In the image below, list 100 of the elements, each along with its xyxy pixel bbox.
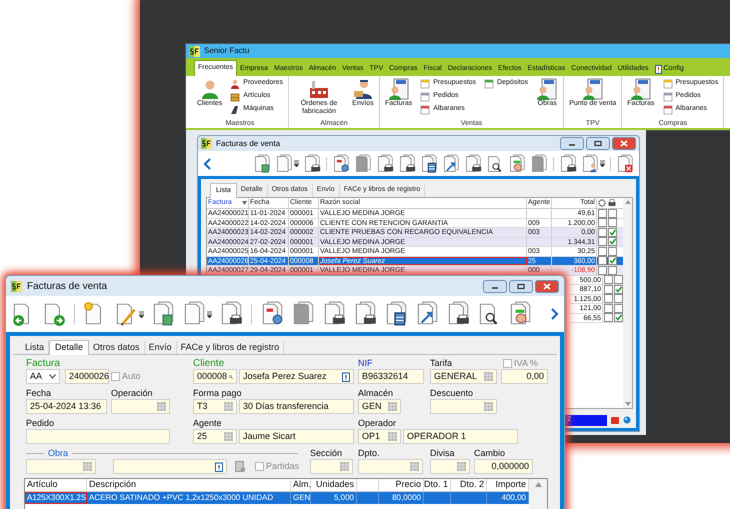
grid-icon xyxy=(388,432,397,441)
maximize-button[interactable] xyxy=(586,137,610,150)
checkbox[interactable] xyxy=(608,256,616,266)
input-field[interactable] xyxy=(358,459,423,474)
dropdown[interactable]: AA xyxy=(26,369,60,384)
check-icon xyxy=(608,257,616,264)
gear-icon xyxy=(598,199,606,207)
close-button[interactable] xyxy=(535,280,559,292)
courier-icon xyxy=(352,78,374,100)
input-field[interactable]: 000008 xyxy=(193,369,237,384)
input-field[interactable]: GENERAL xyxy=(430,369,497,384)
previous-button[interactable] xyxy=(201,158,214,170)
table-cell: GEN xyxy=(291,492,311,504)
table-cell: 80,0000 xyxy=(379,492,424,504)
input-field[interactable]: GEN xyxy=(358,399,401,414)
input-field[interactable] xyxy=(113,459,227,474)
input-field[interactable]: OPERADOR 1 xyxy=(403,429,518,444)
column-header[interactable]: Artículo xyxy=(25,479,87,491)
input-field[interactable] xyxy=(430,399,497,414)
scroll-up-icon xyxy=(534,482,542,487)
documents-icon xyxy=(182,301,206,327)
grid-icon xyxy=(484,402,493,411)
column-header[interactable]: Descripción xyxy=(87,479,291,491)
checkbox[interactable] xyxy=(614,313,622,322)
checkbox[interactable] xyxy=(598,237,606,246)
input-field[interactable]: 0,00 xyxy=(501,369,548,384)
window-title: Senior Factu xyxy=(204,45,250,57)
checkbox[interactable] xyxy=(614,294,622,304)
input-field[interactable] xyxy=(26,429,170,444)
input-field[interactable] xyxy=(430,459,470,474)
document-arrow-icon xyxy=(415,301,439,327)
column-header[interactable]: Unidades xyxy=(311,479,357,491)
grid-icon xyxy=(410,462,419,471)
table-cell: A125X300X1.2S xyxy=(25,492,87,504)
clipboard-icon xyxy=(215,462,223,472)
column-header[interactable]: Dto. 2 xyxy=(451,479,487,491)
column-header[interactable]: Precio xyxy=(379,479,424,491)
field-label: NIF xyxy=(358,358,374,369)
input-field[interactable] xyxy=(310,459,353,474)
grid-icon xyxy=(224,402,233,411)
scrollbar[interactable] xyxy=(623,198,632,408)
checkbox[interactable] xyxy=(255,462,264,471)
checkbox[interactable] xyxy=(598,218,606,228)
tab[interactable]: Detalle xyxy=(49,340,90,355)
input-field[interactable]: 25-04-2024 13:36 xyxy=(26,399,107,414)
checkbox[interactable] xyxy=(598,256,606,266)
document-pencil-icon xyxy=(114,301,138,327)
check-icon xyxy=(614,286,622,293)
close-icon xyxy=(618,139,630,148)
input-field[interactable]: 24000026 xyxy=(65,369,109,384)
field-label: Cliente xyxy=(193,358,226,369)
dropdown-icon xyxy=(207,310,212,318)
app-logo-icon xyxy=(189,46,200,56)
document-icon xyxy=(484,78,494,88)
field-label: Tarifa xyxy=(430,358,454,369)
document-icon xyxy=(420,78,430,88)
documents-icon xyxy=(291,301,315,327)
table-row[interactable]: A125X300X1.2S ACERO SATINADO +PVC 1,2x1250x3000 UNIDAD GEN 5,000 80,0000 400,00 xyxy=(25,492,529,504)
checkbox[interactable] xyxy=(608,218,616,228)
table-cell: ACERO SATINADO +PVC 1,2x1250x3000 UNIDAD xyxy=(87,492,291,504)
checkbox[interactable] xyxy=(111,372,120,381)
column-header[interactable]: Dto. 1 xyxy=(424,479,451,491)
document-trash-icon xyxy=(151,301,175,327)
maximize-button[interactable] xyxy=(509,280,533,292)
close-button[interactable] xyxy=(612,137,636,150)
tab[interactable]: FACe y libros de registro xyxy=(176,341,284,354)
checkbox[interactable] xyxy=(604,294,612,304)
column-header[interactable]: Alm. xyxy=(291,479,311,491)
chevron-down-icon xyxy=(49,374,56,379)
input-field[interactable]: 0,000000 xyxy=(474,459,533,474)
tab[interactable]: Otros datos xyxy=(89,341,145,354)
checkbox[interactable] xyxy=(604,275,612,284)
document-icon xyxy=(662,104,673,114)
stop-icon xyxy=(611,416,619,424)
field-label: Operación xyxy=(111,388,154,399)
checkbox[interactable] xyxy=(604,313,612,322)
field-label: Divisa xyxy=(430,448,456,459)
input-field[interactable] xyxy=(111,399,170,414)
document-printer-icon xyxy=(322,301,346,327)
input-field[interactable] xyxy=(26,459,96,474)
input-field[interactable]: B96332614 xyxy=(358,369,424,384)
grid-icon xyxy=(83,462,92,471)
machine-icon xyxy=(230,104,240,114)
next-button[interactable] xyxy=(548,308,561,320)
maximize-icon xyxy=(592,139,604,148)
scrollbar[interactable] xyxy=(529,479,547,509)
input-field[interactable]: Josefa Perez Suarez xyxy=(239,369,354,384)
input-field[interactable]: T3 xyxy=(193,399,237,414)
checkbox[interactable] xyxy=(608,237,616,246)
input-field[interactable]: 25 xyxy=(193,429,237,444)
input-field[interactable]: 30 Días transferencia xyxy=(239,399,354,414)
window-title: Facturas de venta xyxy=(216,138,282,150)
input-field[interactable]: Jaume Sicart xyxy=(239,429,354,444)
checkbox[interactable] xyxy=(614,275,622,284)
checkbox[interactable] xyxy=(503,359,512,368)
field-label: Descuento xyxy=(430,388,474,399)
input-field[interactable]: OP1 xyxy=(358,429,401,444)
globe-icon xyxy=(623,416,631,424)
document-icon xyxy=(662,78,673,88)
tab[interactable]: Envío xyxy=(144,341,177,354)
